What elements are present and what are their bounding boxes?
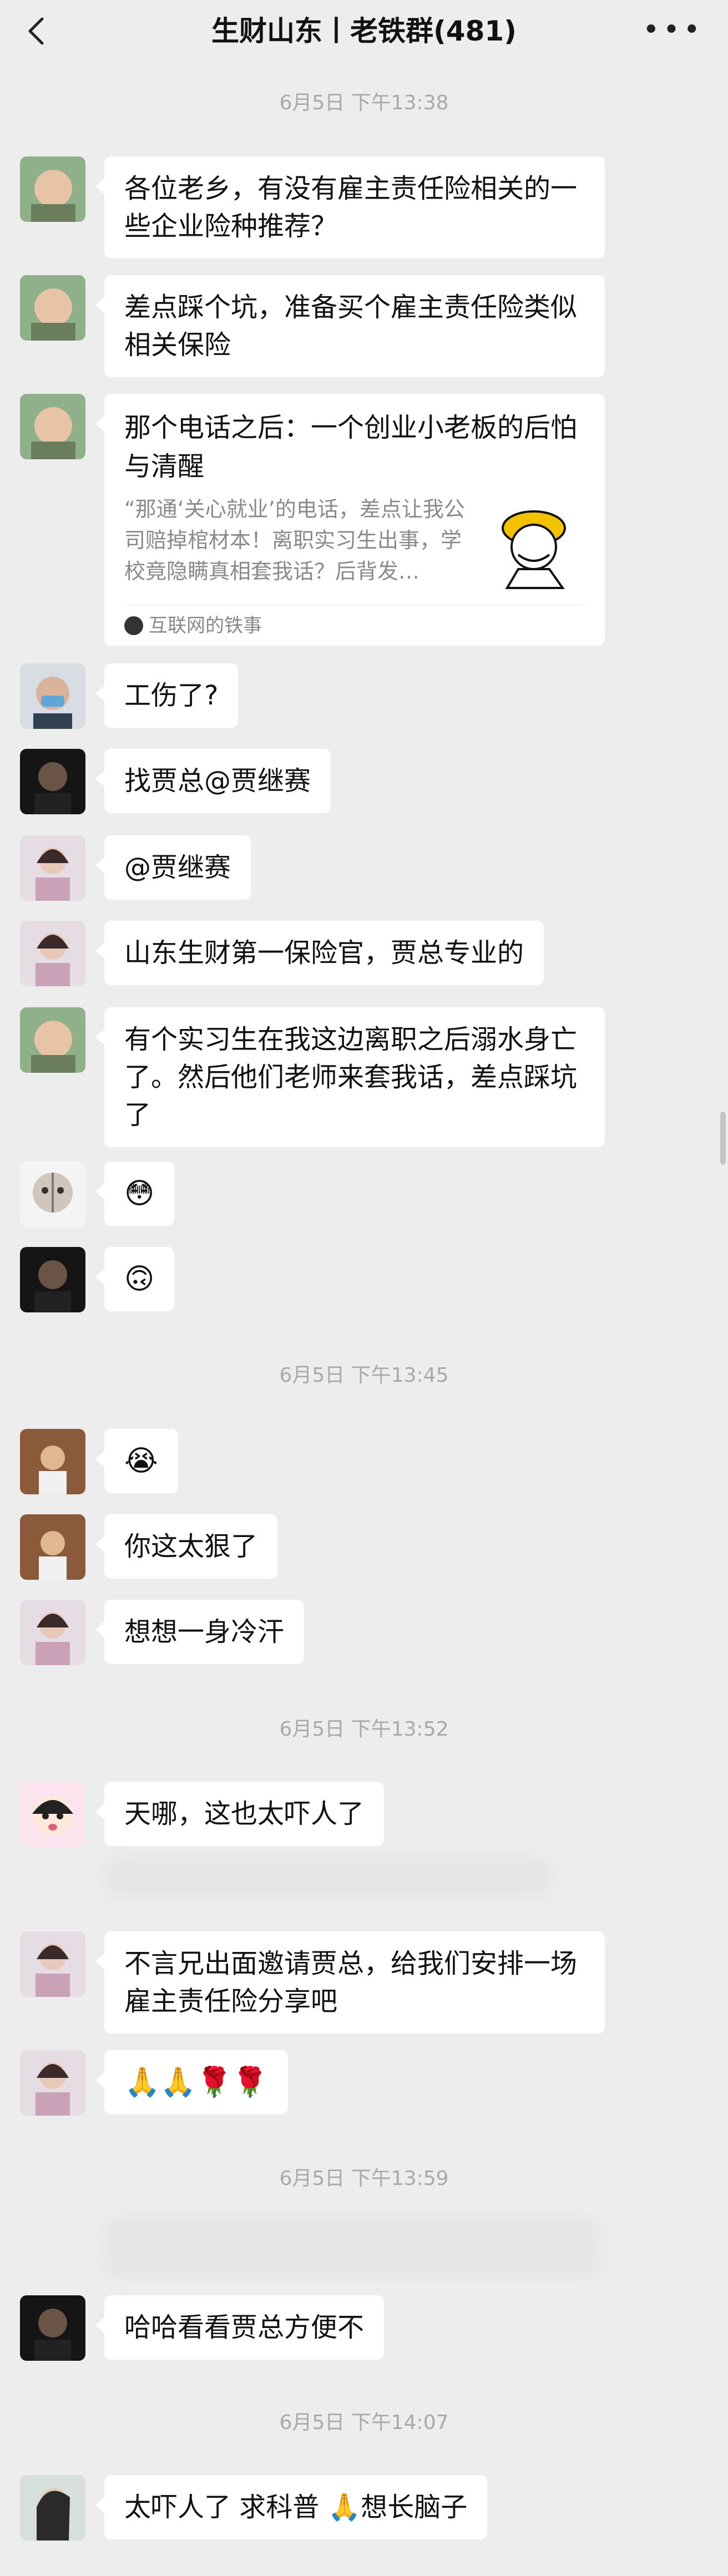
timestamp: 6月5日 下午14:07 (279, 2411, 449, 2434)
timestamp: 6月5日 下午13:52 (279, 1718, 449, 1741)
card-source: 互联网的铁事 (124, 613, 262, 638)
avatar[interactable] (20, 835, 85, 901)
message-bubble[interactable]: 太吓人了 求科普 🙏想长脑子 (95, 2475, 488, 2539)
card-description: “那通‘关心就业’的电话，差点让我公司赔掉棺材本！离职实习生出事，学校竟隐瞒真相… (124, 497, 465, 584)
message-bubble[interactable]: 差点踩个坑，准备买个雇主责任险类似相关保险 (95, 275, 605, 377)
avatar[interactable] (20, 749, 85, 814)
avatar[interactable] (20, 1931, 85, 1997)
avatar[interactable] (20, 275, 85, 341)
timestamp: 6月5日 下午13:38 (279, 92, 449, 114)
message-bubble[interactable]: 各位老乡，有没有雇主责任险相关的一些企业险种推荐？ (95, 156, 605, 258)
chat-title: 生财山东丨老铁群(481) (211, 15, 517, 47)
avatar[interactable] (20, 1429, 85, 1494)
blurred-message (105, 1858, 549, 1897)
card-thumbnail (485, 494, 585, 594)
avatar[interactable] (20, 1162, 85, 1227)
message-bubble[interactable]: 山东生财第一保险官，贾总专业的 (95, 921, 544, 985)
avatar[interactable] (20, 663, 85, 729)
message-bubble[interactable]: 🙃 (95, 1247, 175, 1311)
message-bubble[interactable]: 有个实习生在我这边离职之后溺水身亡了。然后他们老师来套我话，差点踩坑了 (95, 1007, 605, 1147)
message-bubble[interactable]: 工伤了? (95, 663, 239, 728)
avatar[interactable] (20, 1600, 85, 1665)
link-card[interactable]: 那个电话之后：一个创业小老板的后怕与清醒 “那通‘关心就业’的电话，差点让我公司… (95, 394, 605, 646)
message-bubble[interactable]: 🙏🙏🌹🌹 (95, 2050, 288, 2114)
avatar[interactable] (20, 1247, 85, 1312)
avatar[interactable] (20, 2295, 85, 2361)
avatar[interactable] (20, 2475, 85, 2540)
card-title: 那个电话之后：一个创业小老板的后怕与清醒 (124, 412, 578, 482)
avatar[interactable] (20, 921, 85, 986)
message-bubble[interactable]: 哈哈看看贾总方便不 (95, 2295, 385, 2360)
message-bubble[interactable]: 想想一身冷汗 (95, 1600, 305, 1664)
card-source-label: 互联网的铁事 (149, 615, 262, 637)
scrollbar-thumb[interactable] (720, 1112, 726, 1165)
message-bubble[interactable]: 找贾总@贾继赛 (95, 749, 331, 813)
timestamp: 6月5日 下午13:59 (279, 2167, 449, 2190)
timestamp: 6月5日 下午13:45 (279, 1364, 449, 1387)
avatar[interactable] (20, 1782, 85, 1847)
message-bubble[interactable]: 😭 (95, 1429, 178, 1493)
message-bubble[interactable]: 天哪，这也太吓人了 (95, 1782, 385, 1846)
avatar[interactable] (20, 394, 85, 459)
source-icon (124, 616, 143, 635)
avatar[interactable] (20, 1514, 85, 1580)
avatar[interactable] (20, 1007, 85, 1073)
avatar[interactable] (20, 156, 85, 222)
blurred-message (105, 2219, 599, 2276)
chat-header: 生财山东丨老铁群(481) ••• (0, 0, 728, 67)
message-bubble[interactable]: 😳 (95, 1162, 175, 1226)
message-bubble[interactable]: 你这太狠了 (95, 1514, 278, 1579)
message-bubble[interactable]: @贾继赛 (95, 835, 251, 900)
avatar[interactable] (20, 2050, 85, 2116)
more-icon[interactable]: ••• (643, 16, 704, 44)
message-bubble[interactable]: 不言兄出面邀请贾总，给我们安排一场雇主责任险分享吧 (95, 1931, 605, 2034)
